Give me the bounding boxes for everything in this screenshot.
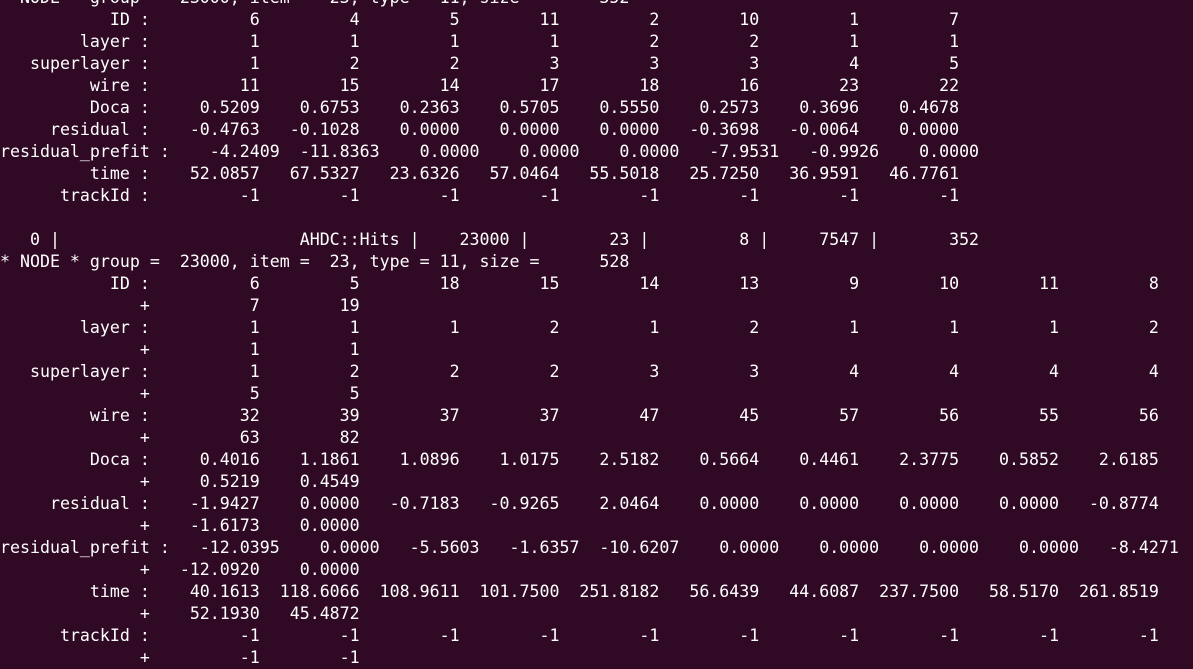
terminal-line: residual_prefit : -12.0395 0.0000 -5.560… <box>0 538 1179 557</box>
terminal-line: + 1 1 <box>0 340 360 359</box>
terminal-line: layer : 1 1 1 2 1 2 1 1 1 2 <box>0 318 1159 337</box>
terminal-line: superlayer : 1 2 2 3 3 3 4 5 <box>0 54 960 73</box>
terminal-line: residual : -0.4763 -0.1028 0.0000 0.0000… <box>0 120 960 139</box>
terminal-line: superlayer : 1 2 2 2 3 3 4 4 4 4 <box>0 362 1159 381</box>
terminal-window[interactable]: * NODE * group = 23000, item = 23, type … <box>0 0 1193 669</box>
terminal-line: trackId : -1 -1 -1 -1 -1 -1 -1 -1 <box>0 186 960 205</box>
terminal-line: + 7 19 <box>0 296 360 315</box>
terminal-line: 0 | AHDC::Hits | 23000 | 23 | 8 | 7547 |… <box>0 230 980 249</box>
terminal-line: trackId : -1 -1 -1 -1 -1 -1 -1 -1 -1 -1 <box>0 626 1159 645</box>
terminal-line: ID : 6 5 18 15 14 13 9 10 11 8 <box>0 274 1159 293</box>
terminal-line: + -1.6173 0.0000 <box>0 516 360 535</box>
terminal-line: time : 40.1613 118.6066 108.9611 101.750… <box>0 582 1159 601</box>
terminal-line: time : 52.0857 67.5327 23.6326 57.0464 5… <box>0 164 960 183</box>
terminal-line: + 63 82 <box>0 428 360 447</box>
terminal-line: + 52.1930 45.4872 <box>0 604 360 623</box>
terminal-line: + -1 -1 <box>0 648 360 667</box>
terminal-line: Doca : 0.4016 1.1861 1.0896 1.0175 2.518… <box>0 450 1159 469</box>
terminal-line: residual : -1.9427 0.0000 -0.7183 -0.926… <box>0 494 1159 513</box>
terminal-line: + -12.0920 0.0000 <box>0 560 360 579</box>
terminal-line: + 5 5 <box>0 384 360 403</box>
terminal-line: + 0.5219 0.4549 <box>0 472 360 491</box>
terminal-line: * NODE * group = 23000, item = 23, type … <box>0 252 630 271</box>
terminal-line: layer : 1 1 1 1 2 2 1 1 <box>0 32 960 51</box>
terminal-line: ID : 6 4 5 11 2 10 1 7 <box>0 10 960 29</box>
terminal-line: * NODE * group = 23000, item = 23, type … <box>0 0 1179 9</box>
terminal-output: * NODE * group = 23000, item = 23, type … <box>0 0 1179 669</box>
terminal-line: wire : 32 39 37 37 47 45 57 56 55 56 <box>0 406 1159 425</box>
terminal-line: wire : 11 15 14 17 18 16 23 22 <box>0 76 960 95</box>
terminal-line: residual_prefit : -4.2409 -11.8363 0.000… <box>0 142 980 161</box>
terminal-line: Doca : 0.5209 0.6753 0.2363 0.5705 0.555… <box>0 98 960 117</box>
